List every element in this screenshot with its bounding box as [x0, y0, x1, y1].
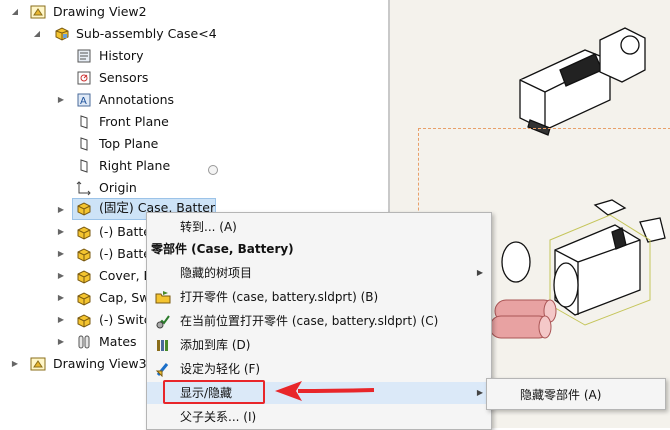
menu-item-set-lightweight[interactable]: 设定为轻化 (F)	[147, 358, 491, 380]
submenu-show-hide: 隐藏零部件 (A)	[486, 378, 666, 410]
tree-item-sensors[interactable]: Sensors	[0, 68, 380, 88]
tree-item-annotations[interactable]: ▶ A Annotations	[0, 90, 380, 110]
expand-arrow-icon[interactable]: ▶	[56, 288, 66, 308]
submenu-arrow-icon: ▶	[476, 388, 483, 397]
open-in-place-icon	[156, 315, 170, 329]
menu-header-component: 零部件 (Case, Battery)	[151, 242, 294, 256]
tree-item-right-plane[interactable]: Right Plane	[0, 156, 380, 176]
expand-arrow-icon[interactable]: ▶	[56, 222, 66, 242]
part-icon	[77, 292, 91, 306]
tree-item-drawing-view3[interactable]: ▶ Drawing View3	[0, 354, 147, 374]
tree-item-switch[interactable]: ▶ (-) Switc	[0, 310, 151, 330]
pointer-arrow-icon	[275, 381, 375, 401]
part-icon	[77, 226, 91, 240]
add-to-library-icon	[157, 340, 168, 351]
tree-item-cover[interactable]: ▶ Cover, B	[0, 266, 152, 286]
expand-arrow-icon[interactable]: ▶	[56, 266, 66, 286]
expand-arrow-icon[interactable]: ▶	[56, 200, 66, 220]
tree-item-top-plane[interactable]: Top Plane	[0, 134, 380, 154]
svg-text:A: A	[80, 96, 87, 107]
mates-icon	[78, 335, 90, 349]
tree-item-sub-assembly[interactable]: ◢ Sub-assembly Case<4	[0, 24, 380, 44]
plane-icon	[80, 115, 88, 129]
panel-resize-grip[interactable]	[208, 165, 218, 175]
menu-item-add-to-library[interactable]: 添加到库 (D)	[147, 334, 491, 356]
assembled-case-drawing	[519, 27, 646, 136]
tree-item-history[interactable]: History	[0, 46, 380, 66]
sensors-icon	[77, 71, 91, 85]
menu-item-open-in-place[interactable]: 在当前位置打开零件 (case, battery.sldprt) (C)	[147, 310, 491, 332]
expand-arrow-icon[interactable]: ▶	[56, 310, 66, 330]
menu-item-hidden-tree-items[interactable]: 隐藏的树项目 ▶	[147, 262, 491, 284]
expand-arrow-icon[interactable]: ▶	[56, 244, 66, 264]
tree-item-front-plane[interactable]: Front Plane	[0, 112, 380, 132]
submenu-arrow-icon: ▶	[476, 268, 483, 277]
plane-icon	[80, 159, 88, 173]
expand-arrow-icon[interactable]: ▶	[10, 354, 20, 374]
menu-item-goto[interactable]: 转到... (A)	[147, 216, 491, 238]
part-icon	[77, 270, 91, 284]
part-icon	[77, 248, 91, 262]
tree-item-battery-2[interactable]: ▶ (-) Batte	[0, 244, 151, 264]
collapse-arrow-icon[interactable]: ◢	[10, 2, 20, 22]
part-icon	[77, 314, 91, 328]
assembly-icon	[55, 27, 69, 41]
tree-item-mates[interactable]: ▶ Mates	[0, 332, 146, 352]
tree-item-origin[interactable]: Origin	[0, 178, 380, 198]
menu-item-parent-child[interactable]: 父子关系... (I)	[147, 406, 491, 428]
tree-item-cap[interactable]: ▶ Cap, Sw	[0, 288, 149, 308]
tree-item-drawing-view2[interactable]: ◢ Drawing View2	[0, 2, 380, 22]
annotations-icon: A	[77, 93, 91, 107]
drawing-view-icon	[30, 357, 46, 371]
plane-icon	[80, 137, 88, 151]
origin-icon	[76, 181, 91, 196]
lightweight-icon	[155, 363, 169, 377]
expand-arrow-icon[interactable]: ▶	[56, 90, 66, 110]
drawing-view-icon	[30, 5, 46, 19]
expand-arrow-icon[interactable]: ▶	[56, 332, 66, 352]
part-icon	[77, 202, 91, 216]
menu-item-hide-component[interactable]: 隐藏零部件 (A)	[520, 386, 601, 403]
menu-item-open-part[interactable]: 打开零件 (case, battery.sldprt) (B)	[147, 286, 491, 308]
highlight-box	[163, 380, 265, 404]
collapse-arrow-icon[interactable]: ◢	[32, 24, 42, 44]
open-part-icon	[155, 291, 171, 304]
tree-item-battery-1[interactable]: ▶ (-) Batte	[0, 222, 151, 242]
history-icon	[77, 49, 91, 63]
